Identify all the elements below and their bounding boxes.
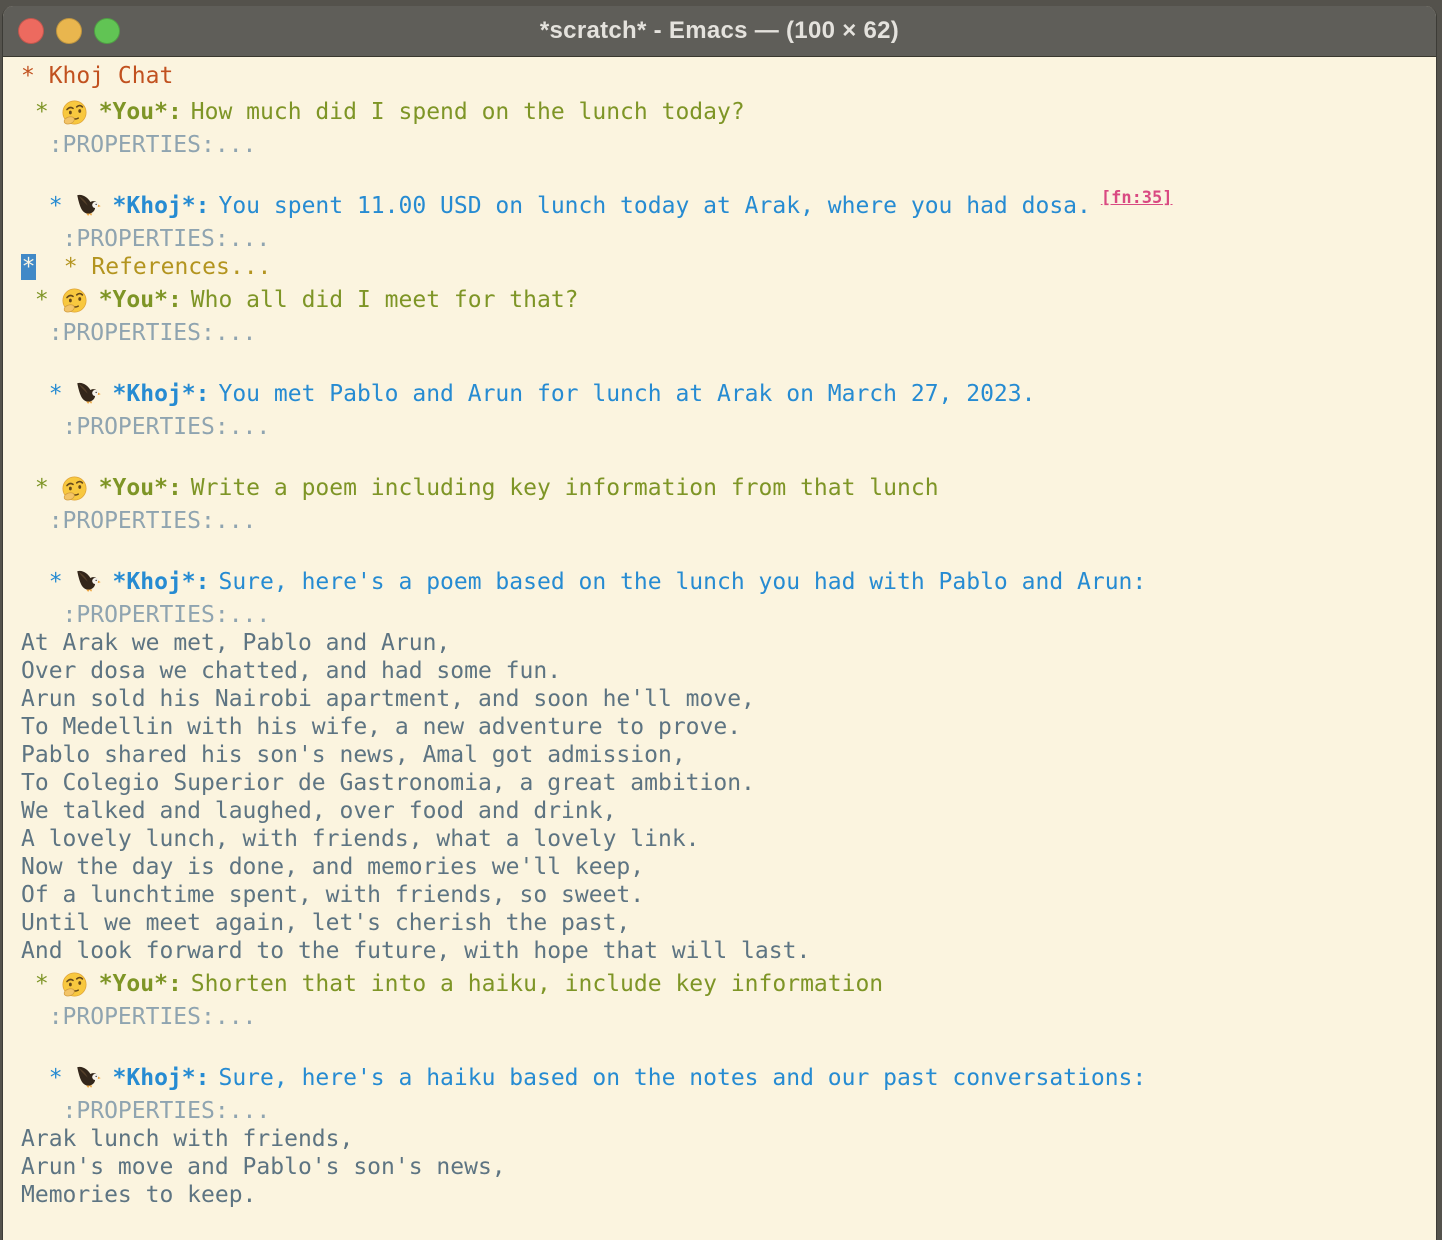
thinking-face-icon bbox=[61, 99, 88, 126]
thinking-face-icon bbox=[61, 971, 88, 998]
speaker-label-khoj: *Khoj*: bbox=[113, 193, 210, 219]
poem-line: At Arak we met, Pablo and Arun, bbox=[21, 629, 1436, 657]
properties-drawer[interactable]: :PROPERTIES:... bbox=[21, 1003, 1436, 1031]
message-text: How much did I spend on the lunch today? bbox=[191, 99, 745, 125]
window-title: *scratch* - Emacs — (100 × 62) bbox=[3, 17, 1436, 45]
poem-line: Over dosa we chatted, and had some fun. bbox=[21, 657, 1436, 685]
properties-drawer[interactable]: :PROPERTIES:... bbox=[21, 319, 1436, 347]
properties-drawer[interactable]: :PROPERTIES:... bbox=[21, 1097, 1436, 1125]
speaker-label-khoj: *Khoj*: bbox=[113, 569, 210, 595]
poem-line: We talked and laughed, over food and dri… bbox=[21, 797, 1436, 825]
message-text: Shorten that into a haiku, include key i… bbox=[191, 971, 883, 997]
org-star: * bbox=[49, 381, 63, 407]
poem-line: A lovely lunch, with friends, what a lov… bbox=[21, 825, 1436, 853]
org-star: * bbox=[35, 99, 49, 125]
message-text: Who all did I meet for that? bbox=[191, 287, 579, 313]
speaker-label-you: *You*: bbox=[99, 287, 182, 313]
poem-line: Pablo shared his son's news, Amal got ad… bbox=[21, 741, 1436, 769]
thinking-face-icon bbox=[61, 287, 88, 314]
chat-message-you: * *You*: Write a poem including key info… bbox=[21, 469, 1436, 507]
poem-line: To Medellin with his wife, a new adventu… bbox=[21, 713, 1436, 741]
message-text: You spent 11.00 USD on lunch today at Ar… bbox=[218, 193, 1090, 219]
chat-message-khoj: * *Khoj*: Sure, here's a haiku based on … bbox=[21, 1059, 1436, 1097]
chat-message-khoj: * *Khoj*: You met Pablo and Arun for lun… bbox=[21, 375, 1436, 413]
eagle-icon bbox=[75, 569, 102, 596]
poem-line: Of a lunchtime spent, with friends, so s… bbox=[21, 881, 1436, 909]
message-text: Sure, here's a haiku based on the notes … bbox=[218, 1065, 1146, 1091]
poem-line: To Colegio Superior de Gastronomia, a gr… bbox=[21, 769, 1436, 797]
poem-line: And look forward to the future, with hop… bbox=[21, 937, 1436, 965]
message-text: You met Pablo and Arun for lunch at Arak… bbox=[218, 381, 1035, 407]
speaker-label-you: *You*: bbox=[99, 475, 182, 501]
org-heading-khoj-chat[interactable]: * Khoj Chat bbox=[21, 59, 1436, 93]
thinking-face-icon bbox=[61, 475, 88, 502]
org-star: * bbox=[49, 569, 63, 595]
references-heading[interactable]: * References... bbox=[64, 254, 272, 280]
haiku-line: Memories to keep. bbox=[21, 1181, 1436, 1209]
chat-message-you: * *You*: Who all did I meet for that? bbox=[21, 281, 1436, 319]
chat-message-khoj: * *Khoj*: You spent 11.00 USD on lunch t… bbox=[21, 187, 1436, 225]
speaker-label-you: *You*: bbox=[99, 971, 182, 997]
emacs-window: *scratch* - Emacs — (100 × 62) * Khoj Ch… bbox=[2, 6, 1437, 1240]
properties-drawer[interactable]: :PROPERTIES:... bbox=[21, 413, 1436, 441]
chat-message-khoj: * *Khoj*: Sure, here's a poem based on t… bbox=[21, 563, 1436, 601]
haiku-line: Arak lunch with friends, bbox=[21, 1125, 1436, 1153]
org-star: * bbox=[35, 475, 49, 501]
message-text: Sure, here's a poem based on the lunch y… bbox=[218, 569, 1146, 595]
speaker-label-khoj: *Khoj*: bbox=[113, 381, 210, 407]
org-star: * bbox=[35, 971, 49, 997]
emacs-buffer[interactable]: * Khoj Chat * *You*: How much did I spen… bbox=[3, 57, 1436, 1209]
poem-line: Arun sold his Nairobi apartment, and soo… bbox=[21, 685, 1436, 713]
properties-drawer[interactable]: :PROPERTIES:... bbox=[21, 507, 1436, 535]
org-star: * bbox=[49, 1065, 63, 1091]
org-star: * bbox=[35, 287, 49, 313]
eagle-icon bbox=[75, 381, 102, 408]
chat-message-you: * *You*: Shorten that into a haiku, incl… bbox=[21, 965, 1436, 1003]
properties-drawer[interactable]: :PROPERTIES:... bbox=[21, 131, 1436, 159]
properties-drawer[interactable]: :PROPERTIES:... bbox=[21, 601, 1436, 629]
text-cursor: * bbox=[21, 254, 36, 280]
references-line: * * References... bbox=[21, 253, 1436, 281]
speaker-label-khoj: *Khoj*: bbox=[113, 1065, 210, 1091]
chat-message-you: * *You*: How much did I spend on the lun… bbox=[21, 93, 1436, 131]
haiku-line: Arun's move and Pablo's son's news, bbox=[21, 1153, 1436, 1181]
speaker-label-you: *You*: bbox=[99, 99, 182, 125]
footnote-link[interactable]: [fn:35] bbox=[1101, 188, 1173, 208]
titlebar[interactable]: *scratch* - Emacs — (100 × 62) bbox=[3, 6, 1436, 57]
message-text: Write a poem including key information f… bbox=[191, 475, 939, 501]
poem-line: Until we meet again, let's cherish the p… bbox=[21, 909, 1436, 937]
eagle-icon bbox=[75, 193, 102, 220]
poem-line: Now the day is done, and memories we'll … bbox=[21, 853, 1436, 881]
eagle-icon bbox=[75, 1065, 102, 1092]
org-star: * bbox=[49, 193, 63, 219]
properties-drawer[interactable]: :PROPERTIES:... bbox=[21, 225, 1436, 253]
